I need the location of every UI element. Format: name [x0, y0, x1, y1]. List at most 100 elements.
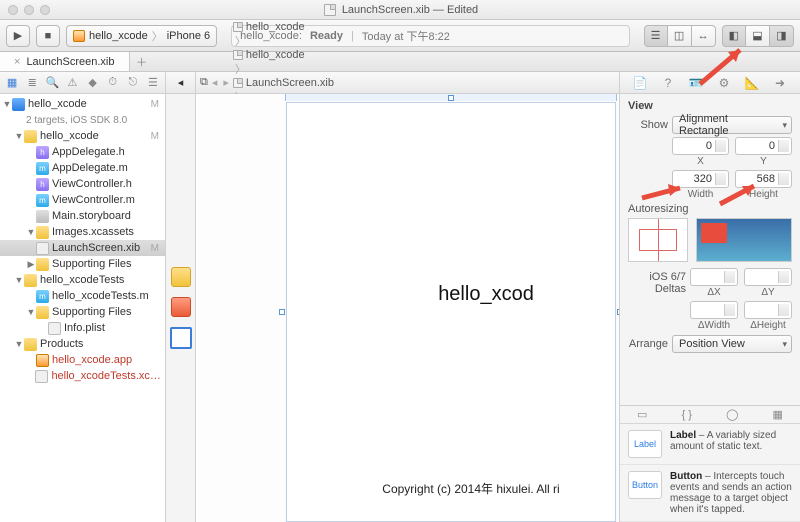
interface-builder-canvas[interactable]: hello_xcod Copyright (c) 2014年 hixulei. … — [196, 94, 619, 522]
width-field[interactable]: 320 — [672, 170, 729, 188]
tree-item[interactable]: ▼ Images.xcassets — [0, 224, 165, 240]
toggle-debug-button[interactable]: ⬓ — [746, 25, 770, 47]
stop-button[interactable]: ■ — [36, 25, 60, 47]
tree-item-label: Info.plist — [64, 322, 105, 334]
tree-item-label: hello_xcodeTests — [40, 274, 124, 286]
debug-navigator-tab[interactable]: ⏱ — [106, 76, 120, 90]
panel-toggle-segment[interactable]: ◧ ⬓ ◨ — [722, 25, 794, 47]
find-navigator-tab[interactable]: 🔍 — [45, 76, 59, 90]
toggle-navigator-button[interactable]: ◧ — [722, 25, 746, 47]
tree-item[interactable]: hViewController.h — [0, 176, 165, 192]
minimize-window-button[interactable] — [24, 5, 34, 15]
version-editor-button[interactable]: ↔ — [692, 25, 716, 47]
disclosure-triangle-icon[interactable]: ▼ — [14, 339, 24, 349]
toolbar: ▶ ■ hello_xcode 〉 iPhone 6 hello_xcode: … — [0, 20, 800, 52]
tree-item[interactable]: mAppDelegate.m — [0, 160, 165, 176]
media-library-tab[interactable]: ▦ — [773, 408, 783, 421]
breakpoint-navigator-tab[interactable]: ⎋ — [126, 76, 140, 90]
tree-item-label: Images.xcassets — [52, 226, 134, 238]
attributes-inspector-tab[interactable]: ⚙ — [716, 75, 732, 91]
tree-item[interactable]: mViewController.m — [0, 192, 165, 208]
x-field[interactable]: 0 — [672, 137, 729, 155]
height-field[interactable]: 568 — [735, 170, 792, 188]
new-tab-button[interactable]: ＋ — [130, 54, 154, 70]
show-popup[interactable]: Alignment Rectangle — [672, 116, 792, 134]
tree-item[interactable]: ▶Supporting Files — [0, 256, 165, 272]
test-navigator-tab[interactable]: ◆ — [86, 76, 100, 90]
identity-inspector-tab[interactable]: 🪪 — [688, 75, 704, 91]
jump-bar-crumb[interactable]: hello_xcode — [233, 21, 370, 33]
tree-item[interactable]: ▼Supporting Files — [0, 304, 165, 320]
y-field[interactable]: 0 — [735, 137, 792, 155]
jump-bar-crumb[interactable]: LaunchScreen.xib — [233, 77, 370, 89]
dheight-field[interactable] — [744, 301, 792, 319]
tree-item[interactable]: mhello_xcodeTests.m — [0, 288, 165, 304]
run-button[interactable]: ▶ — [6, 25, 30, 47]
scheme-target: hello_xcode — [89, 30, 148, 42]
code-snippet-library-tab[interactable]: { } — [682, 409, 692, 421]
related-items-icon[interactable]: ⧉ — [200, 76, 208, 89]
file-inspector-tab[interactable]: 📄 — [632, 75, 648, 91]
file-template-library-tab[interactable]: ▭ — [637, 408, 647, 421]
project-root[interactable]: ▼ hello_xcode M — [0, 96, 165, 112]
root-view[interactable]: hello_xcod Copyright (c) 2014年 hixulei. … — [286, 102, 616, 522]
scheme-selector[interactable]: hello_xcode 〉 iPhone 6 — [66, 25, 217, 47]
xib-file-icon — [324, 4, 336, 16]
toggle-utilities-button[interactable]: ◨ — [770, 25, 794, 47]
assistant-editor-button[interactable]: ◫ — [668, 25, 692, 47]
zoom-window-button[interactable] — [40, 5, 50, 15]
files-owner-icon[interactable] — [171, 267, 191, 287]
tree-item[interactable]: hello_xcodeTests.xctest — [0, 368, 165, 384]
outline-toggle[interactable]: ◂ — [166, 72, 195, 94]
h-file-icon: h — [36, 146, 49, 159]
report-navigator-tab[interactable]: ☰ — [146, 76, 160, 90]
scheme-device: iPhone 6 — [167, 30, 210, 42]
tree-item[interactable]: hello_xcode.app — [0, 352, 165, 368]
tree-item[interactable]: Main.storyboard — [0, 208, 165, 224]
tree-item[interactable]: ▼ hello_xcodeTests — [0, 272, 165, 288]
title-label[interactable]: hello_xcod — [287, 283, 615, 306]
dy-field[interactable] — [744, 268, 792, 286]
xib-file-icon — [36, 242, 49, 255]
close-window-button[interactable] — [8, 5, 18, 15]
tab-launchscreen[interactable]: × LaunchScreen.xib — [0, 52, 130, 71]
jump-bar-crumb[interactable]: hello_xcode — [233, 49, 370, 61]
disclosure-triangle-icon[interactable]: ▼ — [14, 131, 24, 141]
library-item-label[interactable]: Label Label – A variably sized amount of… — [620, 424, 800, 465]
tree-item-label: ViewController.h — [52, 178, 132, 190]
object-library-tab[interactable]: ◯ — [726, 408, 738, 421]
editor-mode-segment[interactable]: ☰ ◫ ↔ — [644, 25, 716, 47]
project-navigator-tab[interactable]: ▦ — [5, 76, 19, 90]
quick-help-tab[interactable]: ? — [660, 75, 676, 91]
connections-inspector-tab[interactable]: ➜ — [772, 75, 788, 91]
modified-indicator: M — [151, 243, 161, 254]
library-tabs[interactable]: ▭ { } ◯ ▦ — [620, 406, 800, 424]
symbol-navigator-tab[interactable]: ≣ — [25, 76, 39, 90]
copyright-label[interactable]: Copyright (c) 2014年 hixulei. All ri — [287, 480, 615, 497]
dwidth-field[interactable] — [690, 301, 738, 319]
disclosure-triangle-icon[interactable]: ▶ — [26, 259, 36, 270]
jump-bar[interactable]: ⧉ ◂▸ hello_xcode〉hello_xcode〉LaunchScree… — [196, 72, 619, 94]
selection-handles[interactable] — [283, 99, 619, 522]
library-item-button[interactable]: Button Button – Intercepts touch events … — [620, 465, 800, 522]
dx-field[interactable] — [690, 268, 738, 286]
disclosure-triangle-icon[interactable]: ▼ — [26, 227, 36, 237]
tree-item[interactable]: LaunchScreen.xibM — [0, 240, 165, 256]
first-responder-icon[interactable] — [171, 297, 191, 317]
project-tree[interactable]: ▼ hello_xcode M 2 targets, iOS SDK 8.0 ▼… — [0, 94, 165, 522]
autoresizing-control[interactable] — [628, 218, 688, 262]
view-object-icon[interactable] — [170, 327, 192, 349]
tree-item[interactable]: Info.plist — [0, 320, 165, 336]
disclosure-triangle-icon[interactable]: ▼ — [26, 307, 36, 317]
label-object-icon: Label — [628, 430, 662, 458]
tree-item[interactable]: ▼Products — [0, 336, 165, 352]
size-inspector-tab[interactable]: 📐 — [744, 75, 760, 91]
arrange-popup[interactable]: Position View — [672, 335, 792, 353]
tree-item[interactable]: ▼hello_xcodeM — [0, 128, 165, 144]
standard-editor-button[interactable]: ☰ — [644, 25, 668, 47]
disclosure-triangle-icon[interactable]: ▼ — [14, 275, 24, 285]
tree-item-label: Main.storyboard — [52, 210, 131, 222]
close-tab-icon[interactable]: × — [14, 56, 20, 68]
tree-item[interactable]: hAppDelegate.h — [0, 144, 165, 160]
issue-navigator-tab[interactable]: ⚠ — [65, 76, 79, 90]
